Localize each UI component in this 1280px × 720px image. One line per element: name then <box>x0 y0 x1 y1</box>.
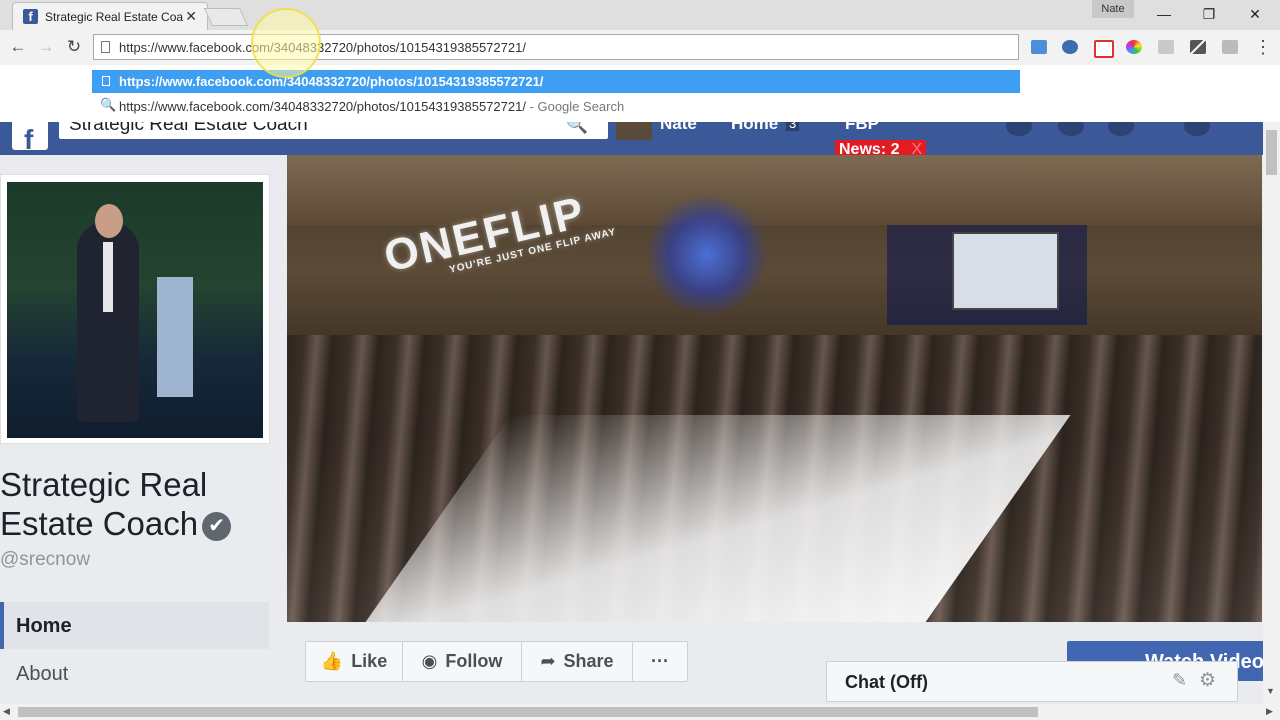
cover-photo-ceiling <box>287 155 1262 225</box>
minimize-button[interactable]: — <box>1144 3 1184 25</box>
page-icon <box>102 76 110 86</box>
suggestion-text: https://www.facebook.com/34048332720/pho… <box>119 74 544 89</box>
eyedropper-icon[interactable] <box>1190 40 1206 54</box>
profile-photo <box>7 182 263 438</box>
forward-button[interactable]: → <box>35 36 57 58</box>
avatar[interactable] <box>616 122 652 140</box>
profile-name[interactable]: Nate <box>1092 0 1134 18</box>
scroll-right-arrow-icon[interactable]: ▶ <box>1266 706 1273 717</box>
tab-close-icon[interactable]: ✕ <box>185 8 197 25</box>
cover-photo-spotlight <box>647 195 767 315</box>
vertical-scrollbar[interactable] <box>1263 122 1280 704</box>
logo-letter: f <box>24 124 34 155</box>
share-button[interactable]: ➦ Share <box>522 642 633 681</box>
share-arrow-icon: ➦ <box>540 651 556 671</box>
profile-picture-frame[interactable] <box>0 174 270 444</box>
facebook-top-bar: f 🔍 Nate Home 3 FBP <box>0 122 1266 155</box>
facebook-search-box[interactable] <box>59 122 608 139</box>
back-button[interactable]: ← <box>7 36 29 58</box>
cover-photo-screen <box>952 232 1059 310</box>
search-icon[interactable]: 🔍 <box>560 122 594 138</box>
chat-label: Chat (Off) <box>845 672 928 692</box>
suggestion-suffix: - Google Search <box>525 99 625 114</box>
suggestion-search-text: https://www.facebook.com/34048332720/pho… <box>119 99 624 114</box>
rss-icon: ◉ <box>421 651 438 671</box>
friend-requests-icon[interactable] <box>1006 122 1032 136</box>
extension-icon[interactable] <box>1222 40 1238 54</box>
more-options-button[interactable]: ··· <box>633 642 687 681</box>
page-title[interactable]: Strategic Real Estate Coach ✔ <box>0 465 270 543</box>
notifications-icon[interactable] <box>1108 122 1134 136</box>
home-badge: 3 <box>786 122 800 131</box>
search-icon: 🔍 <box>100 97 117 112</box>
page-handle[interactable]: @srecnow <box>0 549 90 571</box>
restore-button[interactable]: ❐ <box>1189 3 1229 25</box>
browser-tab[interactable]: f Strategic Real Estate Coa ✕ <box>12 2 208 30</box>
suggestion-url-selected[interactable]: https://www.facebook.com/34048332720/pho… <box>92 70 1020 93</box>
verified-badge-icon: ✔ <box>202 511 232 541</box>
sidebar-item-label: Home <box>16 615 72 637</box>
like-button[interactable]: 👍 Like <box>306 642 403 681</box>
extension-icon[interactable] <box>1158 40 1174 54</box>
fbp-label[interactable]: FBP <box>845 122 879 134</box>
help-icon[interactable] <box>1184 122 1210 136</box>
share-label: Share <box>563 651 614 671</box>
horizontal-scroll-thumb[interactable] <box>18 707 1038 717</box>
like-label: Like <box>351 651 388 671</box>
new-message-icon[interactable]: ✎ <box>1172 670 1187 691</box>
profile-photo-head <box>95 204 123 238</box>
user-name-link[interactable]: Nate <box>660 122 697 134</box>
reload-button[interactable]: ↻ <box>63 36 85 58</box>
extension-icon[interactable] <box>1062 40 1078 54</box>
thumbs-up-icon: 👍 <box>320 651 344 671</box>
page-icon <box>101 41 110 53</box>
page-title-text: Strategic Real Estate Coach <box>0 466 208 542</box>
extension-icon[interactable] <box>1094 40 1114 58</box>
facebook-search-input[interactable] <box>69 122 549 136</box>
scroll-down-arrow-icon[interactable]: ▼ <box>1266 686 1275 696</box>
tab-title: Strategic Real Estate Coa <box>45 10 184 24</box>
sidebar-item-home[interactable]: Home <box>0 602 269 649</box>
suggestion-search[interactable]: 🔍 https://www.facebook.com/34048332720/p… <box>92 95 1020 117</box>
browser-menu-icon[interactable]: ⋮ <box>1254 36 1272 58</box>
follow-button[interactable]: ◉ Follow <box>403 642 522 681</box>
suggestion-text: https://www.facebook.com/34048332720/pho… <box>119 99 526 114</box>
facebook-logo-icon[interactable]: f <box>12 122 48 155</box>
page-action-bar: 👍 Like ◉ Follow ➦ Share ··· <box>305 641 688 682</box>
chat-bar[interactable]: Chat (Off) ✎ ⚙ <box>826 661 1238 702</box>
messages-icon[interactable] <box>1058 122 1084 136</box>
follow-label: Follow <box>445 651 503 671</box>
close-window-button[interactable]: ✕ <box>1235 3 1275 25</box>
scroll-left-arrow-icon[interactable]: ◀ <box>3 706 10 717</box>
home-link[interactable]: Home <box>731 122 778 134</box>
gear-icon[interactable]: ⚙ <box>1199 669 1216 692</box>
extension-icon[interactable] <box>1031 40 1047 54</box>
sidebar-item-about[interactable]: About <box>16 663 68 686</box>
cursor-highlight <box>251 8 321 78</box>
cover-photo[interactable]: ONEFLIP YOU'RE JUST ONE FLIP AWAY <box>287 155 1262 622</box>
address-bar[interactable] <box>93 34 1019 60</box>
facebook-favicon-icon: f <box>23 9 38 24</box>
color-picker-icon[interactable] <box>1126 40 1142 54</box>
profile-photo-stage <box>157 277 193 397</box>
vertical-scroll-thumb[interactable] <box>1266 130 1277 175</box>
profile-photo-shirt <box>103 242 113 312</box>
